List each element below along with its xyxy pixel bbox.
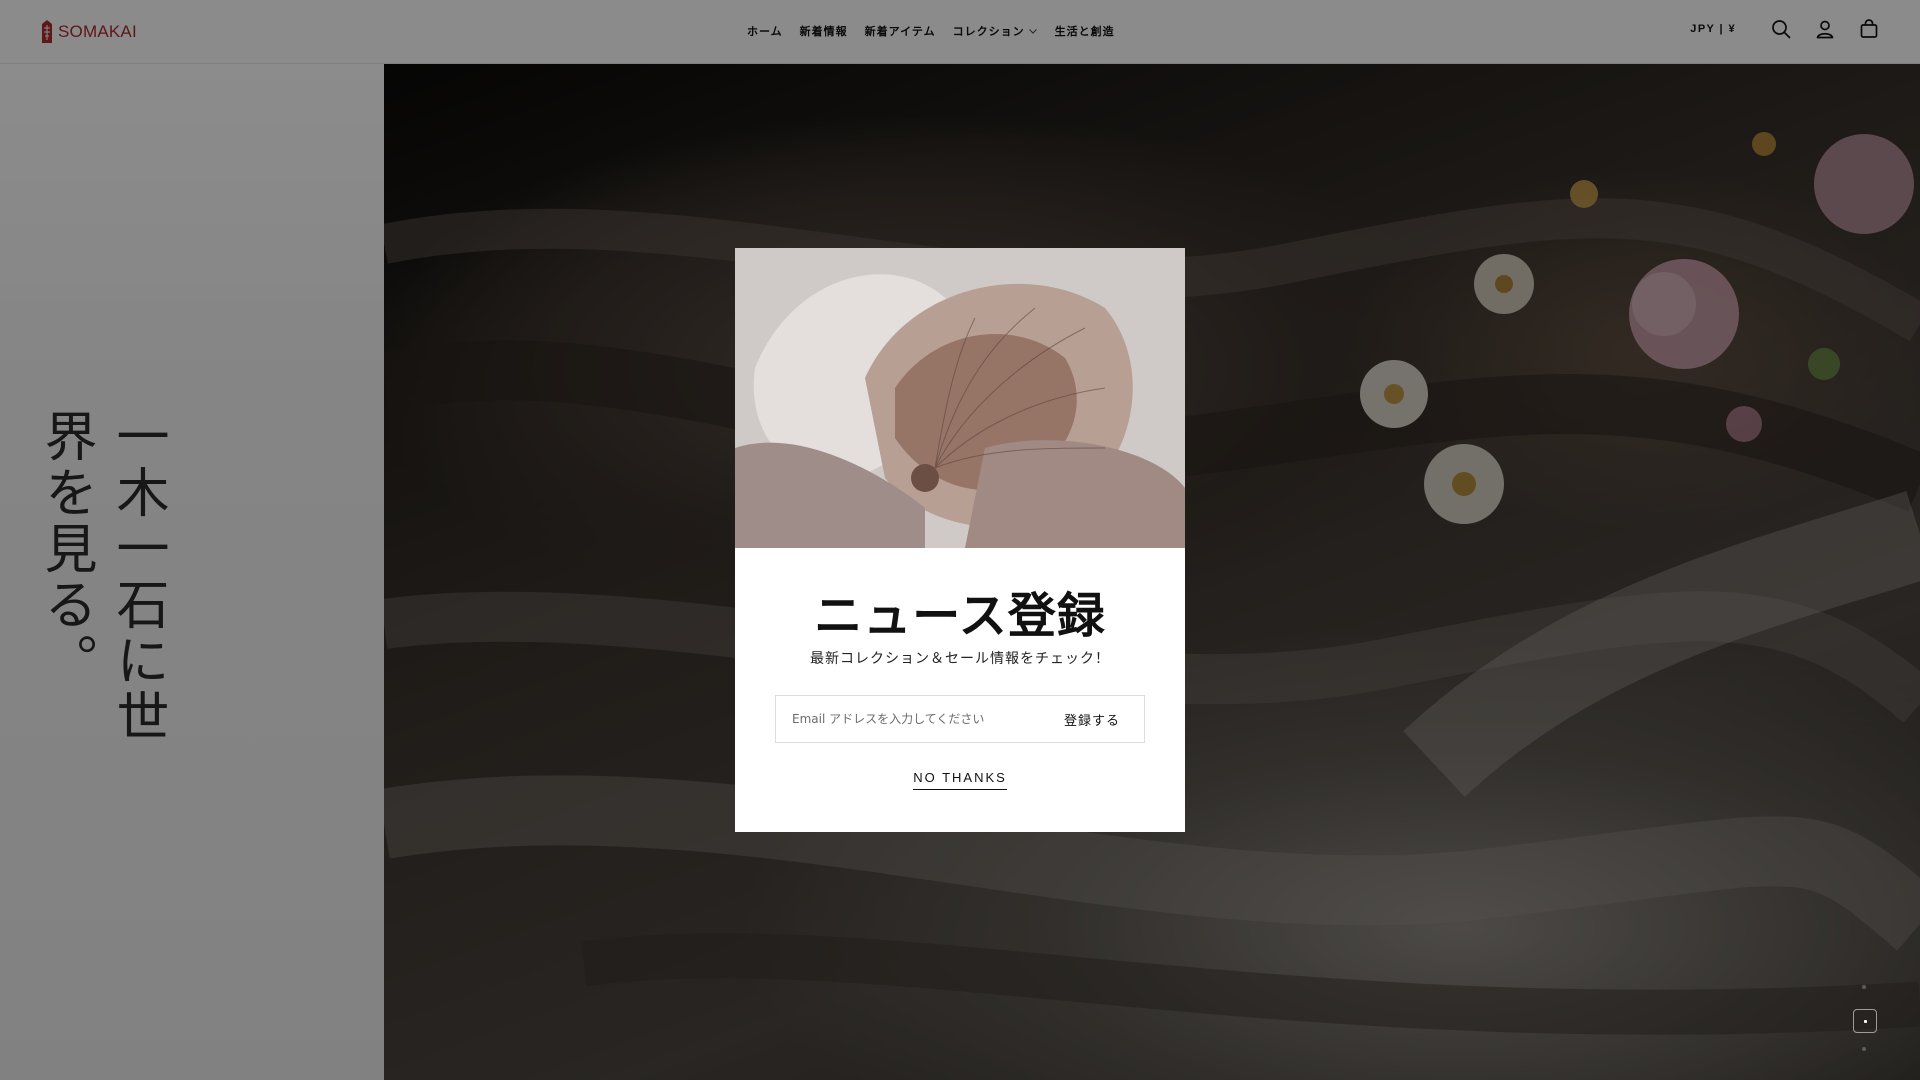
popup-subtitle: 最新コレクション＆セール情報をチェック！ <box>810 651 1110 667</box>
no-thanks-link[interactable]: NO THANKS <box>913 770 1007 790</box>
popup-title: ニュース登録 <box>814 588 1106 644</box>
slider-dot[interactable] <box>1862 1047 1866 1051</box>
petal-photo-art <box>735 248 1185 548</box>
popup-image-petal <box>735 248 1185 548</box>
newsletter-popup: ニュース登録 最新コレクション＆セール情報をチェック！ 登録する NO THAN… <box>735 248 1185 832</box>
slider-dot-active[interactable] <box>1853 1009 1877 1033</box>
newsletter-form: 登録する <box>775 695 1145 743</box>
slider-dot[interactable] <box>1862 985 1866 989</box>
email-field[interactable] <box>792 712 1042 726</box>
subscribe-button[interactable]: 登録する <box>1064 710 1120 729</box>
